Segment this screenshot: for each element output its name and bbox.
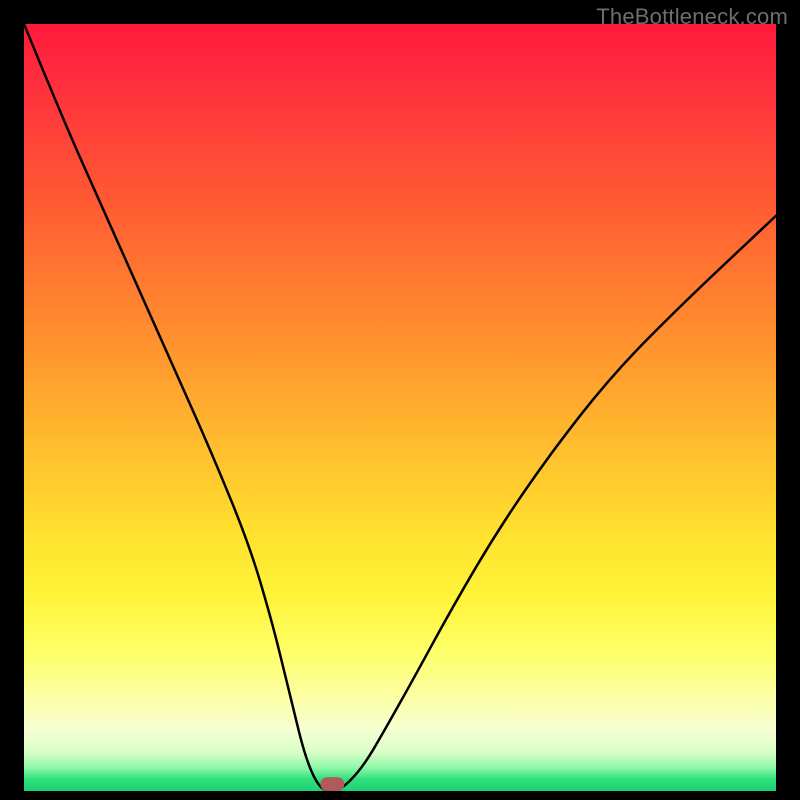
watermark-text: TheBottleneck.com — [596, 4, 788, 30]
plot-area — [24, 24, 776, 791]
minimum-marker — [24, 24, 776, 791]
